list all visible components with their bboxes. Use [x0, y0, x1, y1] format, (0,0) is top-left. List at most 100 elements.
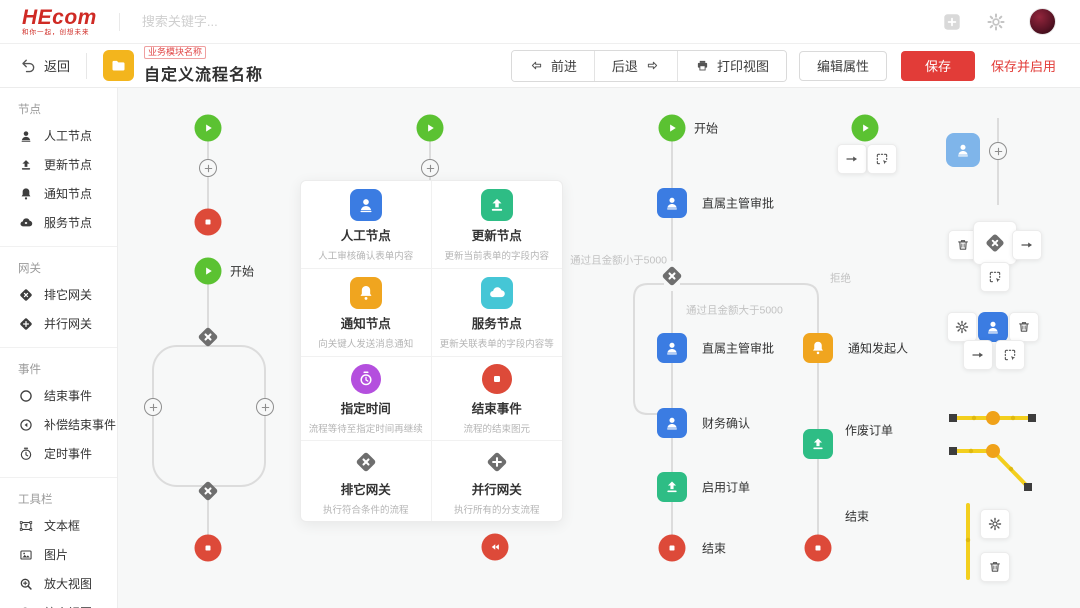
- connect-button[interactable]: [963, 340, 993, 370]
- sidebar-item-label: 更新节点: [44, 156, 92, 173]
- back-button[interactable]: 返回: [20, 56, 70, 75]
- manual-node[interactable]: [978, 312, 1008, 342]
- person-icon: [350, 189, 382, 221]
- sidebar-section-title: 网关: [0, 256, 117, 280]
- flow-canvas[interactable]: 人工节点人工审核确认表单内容更新节点更新当前表单的字段内容通知节点向关键人发送消…: [118, 88, 1080, 608]
- sidebar-item-text-box[interactable]: 文本框: [0, 511, 117, 540]
- save-and-enable-button[interactable]: 保存并启用: [985, 51, 1062, 81]
- manual-node[interactable]: [946, 133, 980, 167]
- start-node[interactable]: [417, 115, 444, 142]
- legend-title: 人工节点: [341, 225, 391, 244]
- sidebar-item-label: 结束事件: [44, 387, 92, 404]
- back-arrow-icon: [20, 57, 37, 74]
- sidebar-item-image[interactable]: 图片: [0, 540, 117, 569]
- start-node[interactable]: [852, 115, 879, 142]
- print-label: 打印视图: [717, 56, 769, 75]
- backward-button[interactable]: 后退: [594, 51, 677, 81]
- forward-button[interactable]: 前进: [512, 51, 594, 81]
- add-node-button[interactable]: [256, 398, 274, 416]
- legend-title: 并行网关: [472, 479, 522, 498]
- gateway-node[interactable]: [973, 221, 1017, 265]
- plus-square-icon[interactable]: [941, 11, 963, 33]
- node-label: 启用订单: [702, 479, 750, 496]
- manual-node[interactable]: [657, 333, 687, 363]
- manual-node[interactable]: [657, 188, 687, 218]
- end-node[interactable]: [195, 209, 222, 236]
- delete-button[interactable]: [980, 552, 1010, 582]
- sidebar-item-label: 图片: [44, 546, 68, 563]
- sidebar-item-notify-node[interactable]: 通知节点: [0, 179, 117, 208]
- sidebar-section-0: 节点人工节点更新节点通知节点服务节点: [0, 88, 117, 247]
- copy-button[interactable]: [867, 144, 897, 174]
- sidebar-item-label: 补偿结束事件: [44, 416, 116, 433]
- add-node-button[interactable]: [199, 159, 217, 177]
- zoom-in-icon: [18, 576, 34, 592]
- edit-properties-button[interactable]: 编辑属性: [799, 51, 887, 81]
- manual-node[interactable]: [657, 408, 687, 438]
- end-node[interactable]: [195, 535, 222, 562]
- logo-tagline: 和你一起，创想未来: [22, 30, 97, 37]
- sidebar-item-service-node[interactable]: 服务节点: [0, 208, 117, 237]
- gear-icon[interactable]: [985, 11, 1007, 33]
- back-label: 返回: [44, 56, 70, 75]
- divider: [119, 13, 120, 31]
- circle-icon: [18, 388, 34, 404]
- node-label: 开始: [694, 120, 718, 137]
- sidebar-item-parallel-gateway[interactable]: 并行网关: [0, 309, 117, 338]
- logo[interactable]: HEcom 和你一起，创想未来: [22, 7, 97, 37]
- legend-cell-notify-node[interactable]: 通知节点向关键人发送消息通知: [301, 269, 432, 357]
- legend-cell-parallel-gateway[interactable]: 并行网关执行所有的分支流程: [432, 441, 563, 521]
- sidebar-item-exclusive-gateway[interactable]: 排它网关: [0, 280, 117, 309]
- legend-cell-manual-node[interactable]: 人工节点人工审核确认表单内容: [301, 181, 432, 269]
- node-label: 直属主管审批: [702, 195, 774, 212]
- update-node[interactable]: [803, 429, 833, 459]
- add-node-button[interactable]: [421, 159, 439, 177]
- update-node[interactable]: [657, 472, 687, 502]
- sidebar-item-label: 通知节点: [44, 185, 92, 202]
- start-node[interactable]: [195, 115, 222, 142]
- settings-button[interactable]: [947, 312, 977, 342]
- module-info: 业务模块名称 自定义流程名称: [144, 46, 263, 86]
- sidebar-item-label: 并行网关: [44, 315, 92, 332]
- legend-cell-update-node[interactable]: 更新节点更新当前表单的字段内容: [432, 181, 563, 269]
- add-node-button[interactable]: [144, 398, 162, 416]
- clock-icon: [351, 364, 381, 394]
- end-node[interactable]: [659, 535, 686, 562]
- start-node[interactable]: [195, 258, 222, 285]
- connect-button[interactable]: [837, 144, 867, 174]
- sidebar-item-manual-node[interactable]: 人工节点: [0, 121, 117, 150]
- copy-button[interactable]: [995, 340, 1025, 370]
- sidebar-item-compensate-end-event[interactable]: 补偿结束事件: [0, 410, 117, 439]
- connect-button[interactable]: [1012, 230, 1042, 260]
- sidebar-item-timer-event[interactable]: 定时事件: [0, 439, 117, 468]
- delete-button[interactable]: [1009, 312, 1039, 342]
- forward-label: 前进: [551, 56, 577, 75]
- search-input[interactable]: [142, 14, 442, 29]
- end-node[interactable]: [805, 535, 832, 562]
- history-button-group: 前进 后退 打印视图: [511, 50, 787, 82]
- sidebar-item-end-event[interactable]: 结束事件: [0, 381, 117, 410]
- copy-button[interactable]: [980, 262, 1010, 292]
- sidebar-item-update-node[interactable]: 更新节点: [0, 150, 117, 179]
- node-label: 直属主管审批: [702, 340, 774, 357]
- sidebar-section-3: 工具栏文本框图片放大视图缩小视图查看帮助: [0, 478, 117, 608]
- node-label: 财务确认: [702, 415, 750, 432]
- settings-button[interactable]: [980, 509, 1010, 539]
- add-node-button[interactable]: [989, 142, 1007, 160]
- legend-cell-exclusive-gateway[interactable]: 排它网关执行符合条件的流程: [301, 441, 432, 521]
- avatar[interactable]: [1029, 8, 1056, 35]
- legend-cell-scheduled-time[interactable]: 指定时间流程等待至指定时间再继续: [301, 357, 432, 441]
- sidebar-item-zoom-in[interactable]: 放大视图: [0, 569, 117, 598]
- start-node[interactable]: [659, 115, 686, 142]
- notify-node[interactable]: [803, 333, 833, 363]
- print-view-button[interactable]: 打印视图: [677, 51, 786, 81]
- compensate-end-node[interactable]: [482, 534, 509, 561]
- save-button[interactable]: 保存: [901, 51, 975, 81]
- legend-cell-service-node[interactable]: 服务节点更新关联表单的字段内容等: [432, 269, 563, 357]
- condition-label: 通过且金额大于5000: [686, 303, 783, 318]
- gateway-node[interactable]: [195, 324, 221, 350]
- sidebar-section-2: 事件结束事件补偿结束事件定时事件: [0, 348, 117, 478]
- gateway-node[interactable]: [195, 478, 221, 504]
- sidebar-item-zoom-out[interactable]: 缩小视图: [0, 598, 117, 608]
- legend-cell-end-event[interactable]: 结束事件流程的结束图元: [432, 357, 563, 441]
